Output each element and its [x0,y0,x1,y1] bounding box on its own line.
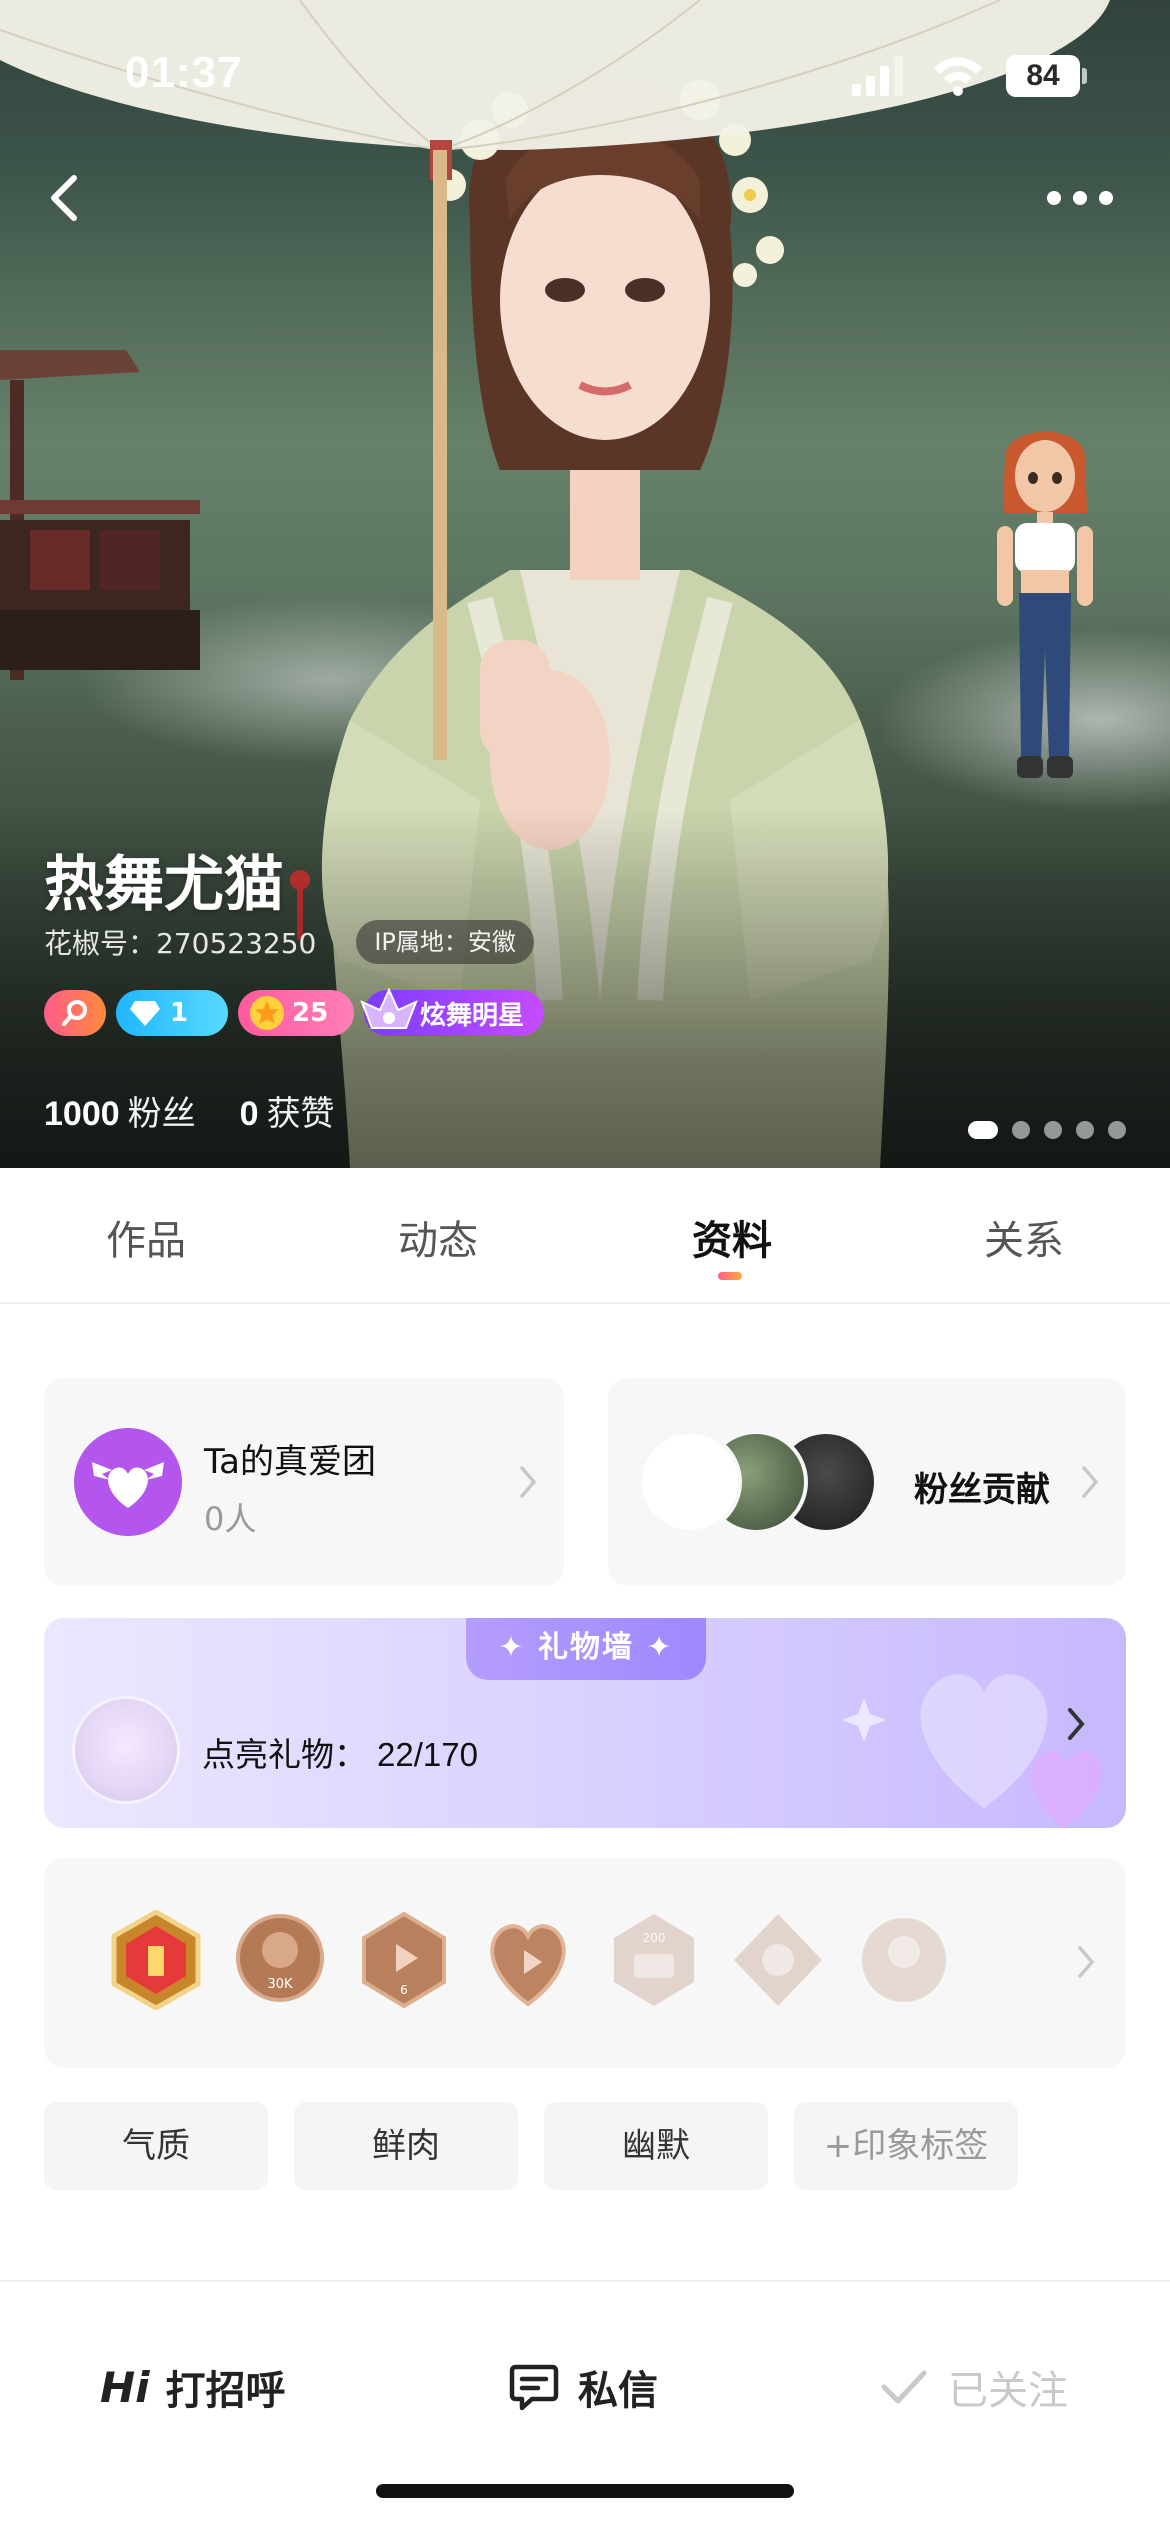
fans-club-count: 0人 [204,1500,257,1538]
pager-dot [1044,1121,1062,1139]
gift-wall-card[interactable]: ✦ 礼物墙 ✦ 点亮礼物： 22/170 [44,1618,1126,1828]
dance-star-title: 炫舞明星 [420,1000,525,1031]
achievement-medals-card[interactable]: 30K 6 200 [44,1858,1126,2068]
avatar [638,1430,742,1534]
more-options-icon[interactable] [1040,170,1120,226]
profile-name: 热舞尤猫 [44,850,284,920]
level-badges: 1 25 炫舞明星 [44,987,554,1036]
svg-text:200: 200 [643,1931,666,1945]
tab-moments[interactable]: 动态 [358,1208,518,1266]
locked-diamond-medal-icon [734,1914,822,2006]
fans-club-card[interactable]: Ta的真爱团 0人 [44,1378,564,1586]
profile-tabs: 作品 动态 资料 关系 [0,1168,1170,1304]
star-level-badge[interactable]: 25 [238,990,354,1036]
photo-pager[interactable] [968,1120,1126,1140]
home-indicator[interactable] [376,2484,794,2498]
chevron-right-icon [520,1466,537,1498]
message-label: 私信 [578,2368,658,2414]
greet-button[interactable]: Hi 打招呼 [100,2352,286,2422]
magnifier-icon [62,1000,87,1026]
search-level-badge[interactable] [44,990,106,1036]
likes-count: 0 [239,1095,259,1133]
virtual-avatar[interactable] [975,418,1115,788]
message-button[interactable]: 私信 [508,2352,658,2422]
checkmark-icon [881,2370,927,2404]
back-arrow-icon[interactable] [36,168,96,228]
gift-wall-tag-text: 礼物墙 [538,1630,634,1665]
gift-wall-tag: ✦ 礼物墙 ✦ [466,1618,706,1680]
bronze-heart-medal-icon [490,1924,566,2007]
tab-profile-info[interactable]: 资料 [652,1208,812,1266]
profile-id-row: 花椒号：270523250 IP属地：安徽 [44,920,534,964]
dance-star-badge[interactable]: 炫舞明星 [360,987,544,1036]
gold-medal-icon [111,1910,201,2010]
star-icon [250,996,284,1030]
fans-label[interactable]: 粉丝 [128,1086,196,1135]
ip-location-badge: IP属地：安徽 [356,920,534,964]
status-time: 01:37 [125,48,243,97]
locked-200-medal-icon: 200 [614,1914,694,2006]
add-impression-tag-button[interactable]: +印象标签 [794,2102,1018,2190]
svg-text:30K: 30K [267,1977,293,1992]
contributor-avatars [638,1430,878,1534]
impression-tags: 气质 鲜肉 幽默 +印象标签 [44,2102,1044,2190]
gift-wall-thumbnail [72,1696,180,1804]
battery-nub [1082,68,1087,84]
pager-dot [1108,1121,1126,1139]
profile-uid[interactable]: 花椒号：270523250 [44,922,316,962]
profile-stats: 1000 粉丝 0 获赞 [44,1086,379,1135]
active-tab-indicator [718,1272,742,1280]
diamond-icon [128,996,162,1030]
fans-count[interactable]: 1000 [44,1095,120,1134]
gift-wall-label: 点亮礼物： [202,1735,367,1774]
followed-button[interactable]: 已关注 [880,2352,1068,2422]
cellular-signal-icon [852,56,903,96]
pager-dot [1076,1121,1094,1139]
status-bar: 01:37 84 [0,0,1170,150]
pager-dot [1012,1121,1030,1139]
impression-tag[interactable]: 鲜肉 [294,2102,518,2190]
chevron-right-icon [1068,1708,1085,1740]
hi-icon: Hi [100,2362,150,2412]
wing-crest-icon [360,987,418,1029]
wifi-icon [934,57,982,96]
likes-label: 获赞 [266,1094,335,1134]
gift-wall-count: 22/170 [377,1736,478,1773]
impression-tag[interactable]: 幽默 [544,2102,768,2190]
bronze-6-medal-icon: 6 [362,1911,446,2009]
greet-label: 打招呼 [165,2368,286,2414]
heart-wings-icon [74,1428,182,1536]
battery-level: 84 [1006,55,1080,97]
tab-relations[interactable]: 关系 [944,1208,1104,1266]
chevron-right-icon [1082,1466,1099,1498]
diamond-level-badge[interactable]: 1 [116,990,228,1036]
followed-label: 已关注 [948,2368,1068,2414]
profile-cover-photo[interactable]: 01:37 84 热舞尤猫 花椒号：270523250 IP属地：安徽 1 25… [0,0,1170,1168]
svg-text:6: 6 [400,1983,408,1997]
fan-contribution-label: 粉丝贡献 [914,1470,1050,1510]
tab-works[interactable]: 作品 [66,1208,226,1266]
impression-tag[interactable]: 气质 [44,2102,268,2190]
pager-dot-active [968,1121,998,1139]
fans-club-title: Ta的真爱团 [204,1442,376,1482]
message-bubble-icon [509,2364,559,2411]
bronze-30k-medal-icon: 30K [236,1914,324,2002]
battery-indicator: 84 [1006,55,1088,97]
fan-contribution-card[interactable]: 粉丝贡献 [608,1378,1126,1586]
profile-page: 01:37 84 热舞尤猫 花椒号：270523250 IP属地：安徽 1 25… [0,0,1170,2532]
gift-wall-progress: 点亮礼物： 22/170 [202,1728,478,1776]
chevron-right-icon [1078,1946,1095,1978]
diamond-level-value: 1 [170,998,189,1028]
star-level-value: 25 [292,998,329,1028]
locked-round-medal-icon [862,1918,946,2002]
